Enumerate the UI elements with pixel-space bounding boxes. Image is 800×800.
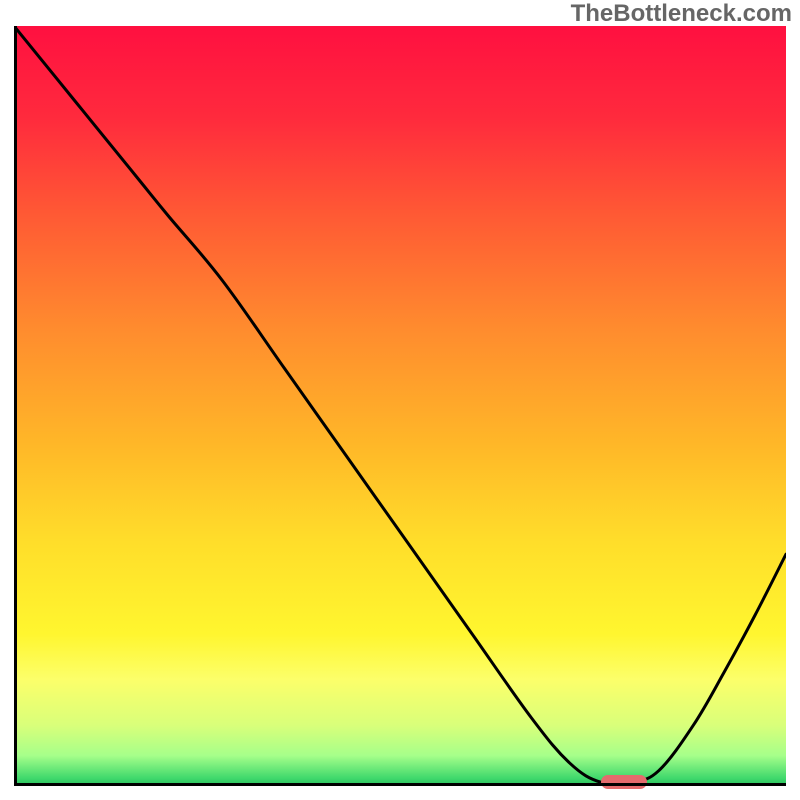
watermark-text: TheBottleneck.com [571,0,792,28]
plot-area [14,26,786,786]
chart-card: TheBottleneck.com [0,0,800,800]
axes [14,26,786,786]
